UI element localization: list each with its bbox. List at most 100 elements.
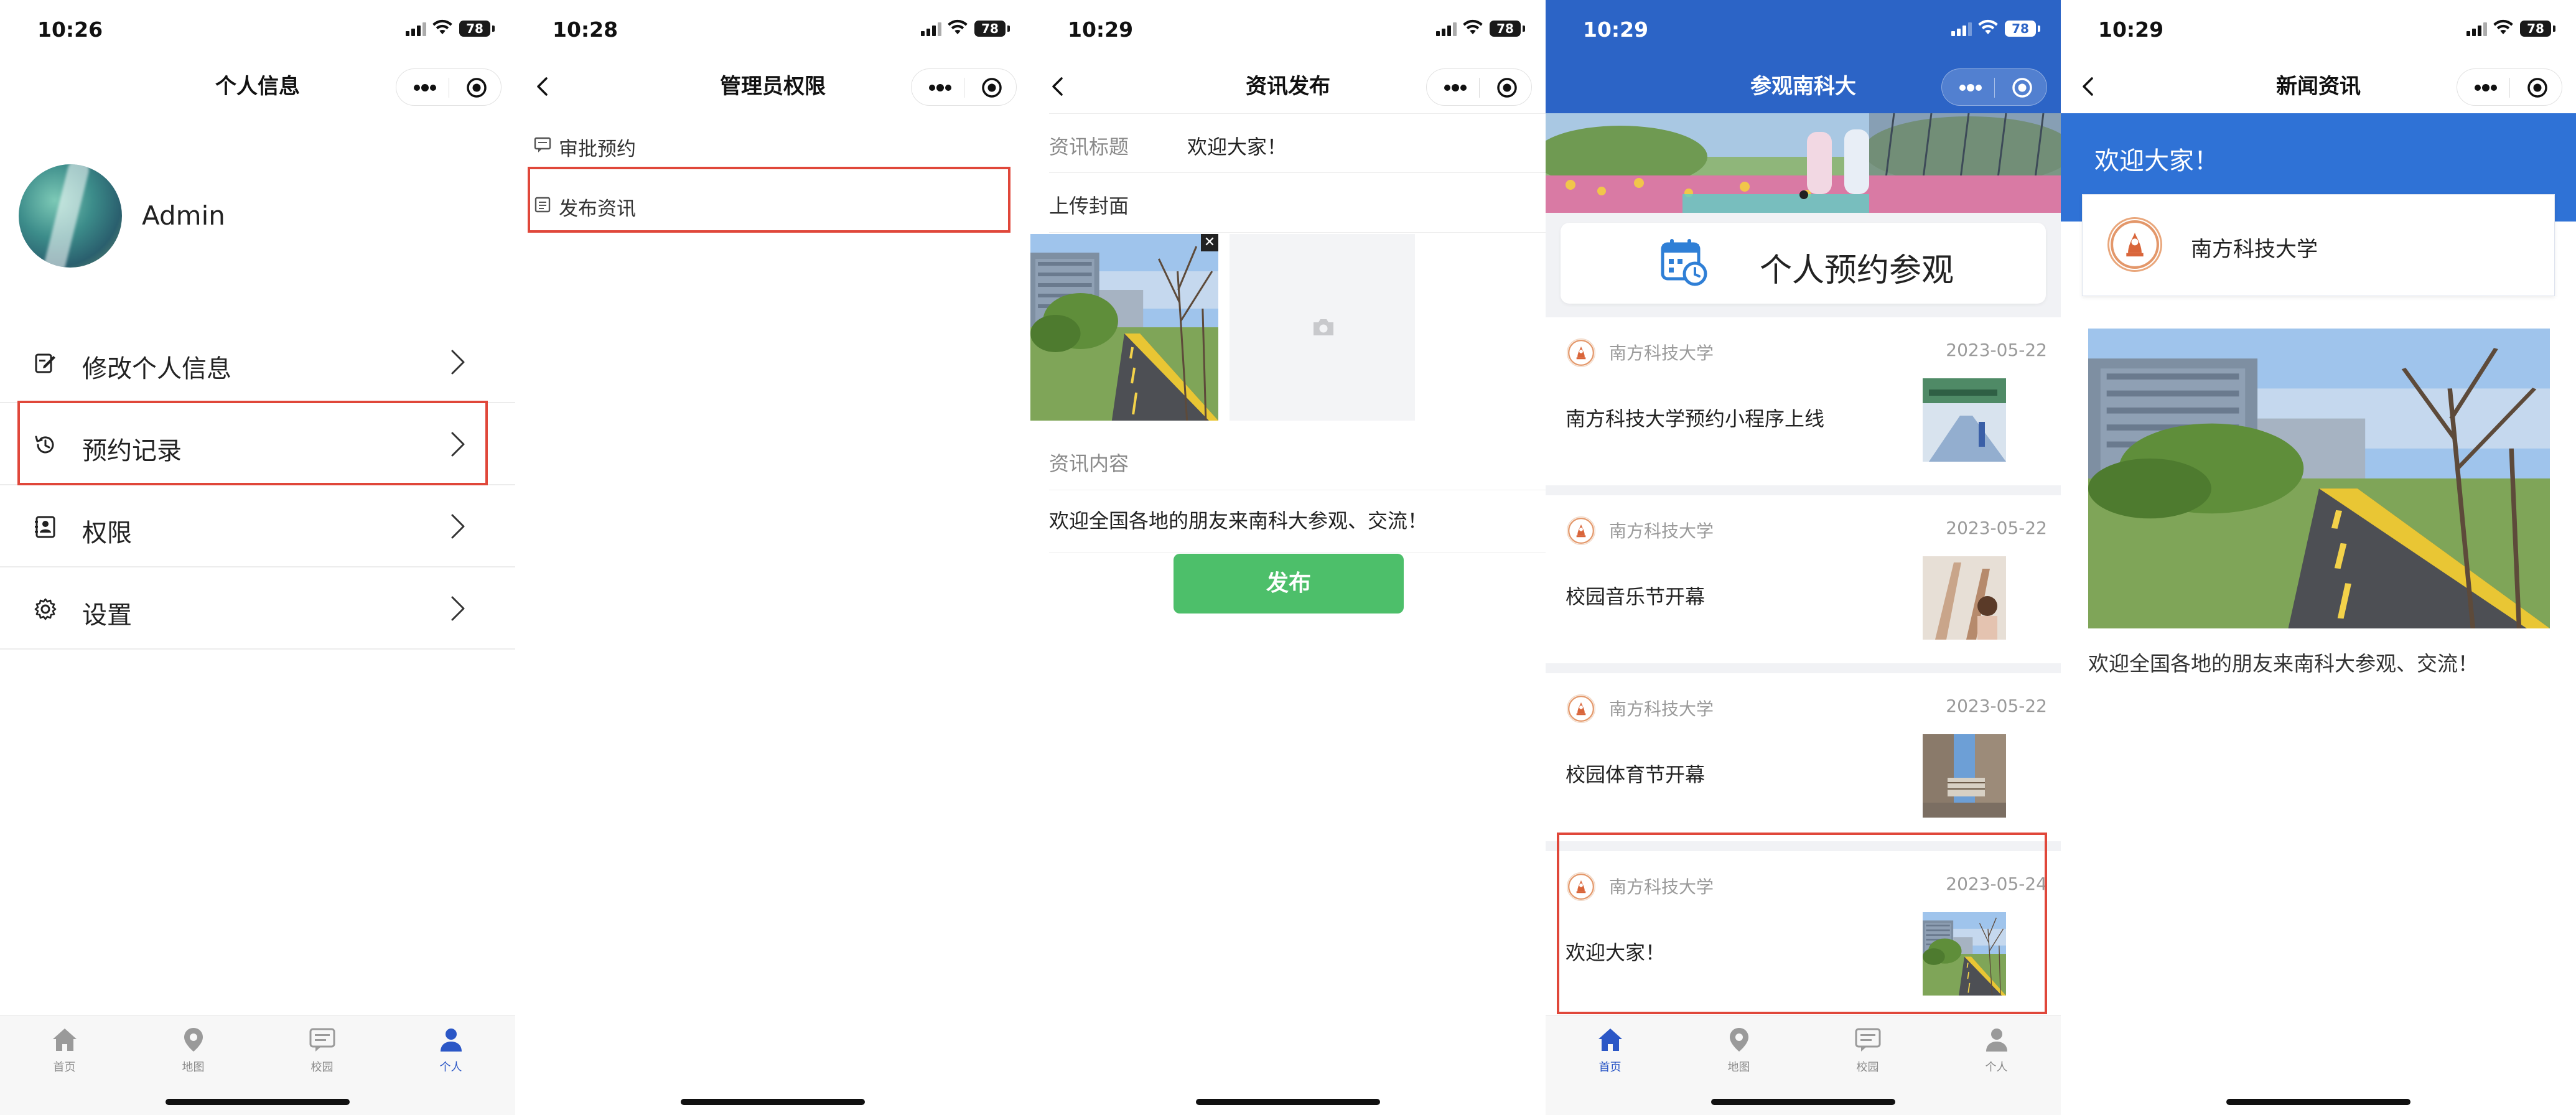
cover-image[interactable] xyxy=(1030,234,1218,421)
title-field[interactable]: 资讯标题 欢迎大家！ xyxy=(1049,113,1546,173)
miniprogram-capsule xyxy=(911,68,1017,106)
close-miniprogram-icon[interactable] xyxy=(1496,77,1518,98)
status-bar: 10:28 78 xyxy=(515,0,1030,60)
status-time: 10:29 xyxy=(1068,17,1134,42)
status-time: 10:29 xyxy=(2098,17,2164,42)
personal-visit-booking-button[interactable]: 个人预约参观 xyxy=(1561,223,2046,304)
cover-section: 上传封面 xyxy=(1049,173,1546,233)
tab-personal[interactable]: 个人 xyxy=(1932,1022,2061,1074)
news-item[interactable]: 南方科技大学 2023-05-22 南方科技大学预约小程序上线 xyxy=(1546,317,2061,485)
screen-personal-info: 10:26 78 个人信息 Admin 修改个人信息 预约记录 权限 设置 首页… xyxy=(0,0,515,1115)
message-icon xyxy=(534,137,551,152)
tab-personal[interactable]: 个人 xyxy=(386,1022,515,1074)
source-card: 南方科技大学 xyxy=(2082,194,2555,296)
status-time: 10:26 xyxy=(37,17,103,42)
capsule-divider xyxy=(1479,78,1480,98)
nav-bar: 参观南科大 xyxy=(1546,60,2061,113)
remove-image-icon[interactable]: ✕ xyxy=(1201,234,1218,251)
campus-road-photo xyxy=(2088,329,2550,628)
person-icon xyxy=(1984,1027,2010,1052)
screen-news-publish: 10:29 78 资讯发布 资讯标题 欢迎大家！ 上传封面 ✕ 资讯内容 欢迎全… xyxy=(1030,0,1546,1115)
map-pin-icon xyxy=(180,1027,207,1052)
home-indicator xyxy=(166,1099,350,1105)
news-thumbnail xyxy=(1923,556,2006,640)
battery-icon: 78 xyxy=(2005,21,2036,37)
news-body: 欢迎全国各地的朋友来南科大参观、交流！ xyxy=(2088,651,2478,676)
news-source: 南方科技大学 xyxy=(1609,521,1714,541)
nav-bar: 新闻资讯 xyxy=(2061,60,2576,113)
tab-label: 首页 xyxy=(1598,1061,1622,1074)
news-source: 南方科技大学 xyxy=(1609,699,1714,719)
tab-label: 校园 xyxy=(1856,1061,1879,1074)
status-bar: 10:29 78 xyxy=(1030,0,1546,60)
news-item[interactable]: 南方科技大学 2023-05-22 校园音乐节开幕 xyxy=(1546,495,2061,663)
university-logo-icon xyxy=(1567,694,1595,723)
tab-home[interactable]: 首页 xyxy=(0,1022,129,1074)
news-title: 校园体育节开幕 xyxy=(1566,763,1706,786)
news-date: 2023-05-22 xyxy=(1946,340,2047,360)
screen-admin-permission: 10:28 78 管理员权限 审批预约 发布资讯 xyxy=(515,0,1030,1115)
miniprogram-capsule xyxy=(1426,68,1532,106)
home-icon xyxy=(1597,1027,1623,1052)
close-miniprogram-icon[interactable] xyxy=(2012,77,2033,98)
news-source: 南方科技大学 xyxy=(1609,343,1714,363)
news-date: 2023-05-22 xyxy=(1946,518,2047,538)
signal-icon xyxy=(2466,22,2489,36)
battery-icon: 78 xyxy=(459,21,490,37)
status-bar: 10:29 78 xyxy=(2061,0,2576,60)
permission-item-approve[interactable]: 审批预约 xyxy=(515,116,1030,174)
miniprogram-capsule xyxy=(1941,68,2047,106)
university-logo-icon xyxy=(2107,217,2162,272)
permission-item-label: 审批预约 xyxy=(559,138,636,161)
tab-campus[interactable]: 校园 xyxy=(258,1022,386,1074)
tab-label: 地图 xyxy=(1727,1061,1750,1074)
more-icon[interactable] xyxy=(413,83,437,92)
wifi-icon xyxy=(947,19,968,35)
highlight-box xyxy=(17,401,488,485)
signal-icon xyxy=(406,22,428,36)
tab-map[interactable]: 地图 xyxy=(1674,1022,1803,1074)
battery-icon: 78 xyxy=(974,21,1006,37)
tab-home[interactable]: 首页 xyxy=(1546,1022,1674,1074)
more-icon[interactable] xyxy=(2473,83,2498,92)
content-section: 资讯内容 xyxy=(1049,431,1546,490)
menu-item-label: 权限 xyxy=(82,519,132,548)
highlight-box xyxy=(528,167,1010,233)
content-label: 资讯内容 xyxy=(1049,452,1129,475)
source-name: 南方科技大学 xyxy=(2191,237,2318,262)
chevron-right-icon xyxy=(449,513,467,540)
upload-image-button[interactable] xyxy=(1230,234,1415,421)
more-icon[interactable] xyxy=(928,83,953,92)
menu-item-permission[interactable]: 权限 xyxy=(0,485,515,567)
status-time: 10:28 xyxy=(553,17,618,42)
highlight-box xyxy=(1557,833,2047,1014)
menu-item-label: 修改个人信息 xyxy=(82,355,231,383)
tab-campus[interactable]: 校园 xyxy=(1803,1022,1932,1074)
title-field-value[interactable]: 欢迎大家！ xyxy=(1187,131,1287,160)
username: Admin xyxy=(142,200,225,231)
close-miniprogram-icon[interactable] xyxy=(466,77,487,98)
battery-tip xyxy=(1007,26,1010,32)
capsule-divider xyxy=(2509,78,2510,98)
chat-icon xyxy=(1855,1027,1881,1052)
more-icon[interactable] xyxy=(1443,83,1468,92)
home-indicator xyxy=(681,1099,865,1105)
tab-label: 校园 xyxy=(310,1061,334,1074)
close-miniprogram-icon[interactable] xyxy=(981,77,1002,98)
map-pin-icon xyxy=(1726,1027,1752,1052)
tab-map[interactable]: 地图 xyxy=(129,1022,258,1074)
news-item[interactable]: 南方科技大学 2023-05-22 校园体育节开幕 xyxy=(1546,673,2061,841)
miniprogram-capsule xyxy=(2457,68,2562,106)
menu-item-edit-profile[interactable]: 修改个人信息 xyxy=(0,321,515,403)
status-bar: 10:26 78 xyxy=(0,0,515,60)
news-date: 2023-05-22 xyxy=(1946,696,2047,716)
more-icon[interactable] xyxy=(1958,83,1983,92)
menu-item-settings[interactable]: 设置 xyxy=(0,567,515,650)
publish-button[interactable]: 发布 xyxy=(1174,554,1404,613)
avatar[interactable] xyxy=(19,164,122,268)
content-textarea[interactable]: 欢迎全国各地的朋友来南科大参观、交流！ xyxy=(1049,505,1427,534)
battery-tip xyxy=(2553,26,2555,32)
close-miniprogram-icon[interactable] xyxy=(2527,77,2548,98)
wifi-icon xyxy=(1977,19,1999,35)
tab-label: 个人 xyxy=(439,1061,462,1074)
